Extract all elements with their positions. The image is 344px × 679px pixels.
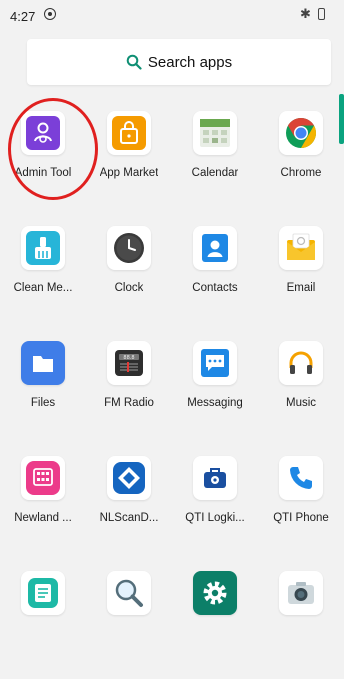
svg-text:88.8: 88.8 xyxy=(123,355,134,361)
app-notes[interactable] xyxy=(0,564,86,679)
app-settings[interactable] xyxy=(172,564,258,679)
camera-icon xyxy=(279,571,323,615)
app-label: App Market xyxy=(99,167,159,179)
phone-icon xyxy=(279,456,323,500)
app-clock[interactable]: Clock xyxy=(86,219,172,334)
app-fm-radio[interactable]: 88.8 FM Radio xyxy=(86,334,172,449)
app-files[interactable]: Files xyxy=(0,334,86,449)
app-music[interactable]: Music xyxy=(258,334,344,449)
search-icon xyxy=(126,54,142,70)
app-messaging[interactable]: Messaging xyxy=(172,334,258,449)
app-label: Admin Tool xyxy=(14,167,72,179)
app-market-icon xyxy=(107,111,151,155)
app-app-market[interactable]: App Market xyxy=(86,104,172,219)
status-bar: 4:27 ✱ xyxy=(0,0,344,36)
app-camera[interactable] xyxy=(258,564,344,679)
contacts-icon xyxy=(193,226,237,270)
status-time: 4:27 xyxy=(10,9,36,24)
bluetooth-icon: ✱ xyxy=(300,6,311,21)
keypad-icon xyxy=(21,456,65,500)
app-email[interactable]: Email xyxy=(258,219,344,334)
search-apps-label: Search apps xyxy=(147,53,233,71)
admin-tool-icon xyxy=(21,111,65,155)
app-label: NLScanD... xyxy=(99,512,159,524)
toolbox-icon xyxy=(193,456,237,500)
headphones-icon xyxy=(279,341,323,385)
scan-icon xyxy=(107,456,151,500)
app-label: Clean Me... xyxy=(13,282,73,294)
do-not-disturb-icon xyxy=(44,8,56,20)
calendar-icon xyxy=(193,111,237,155)
app-label: QTI Logki... xyxy=(185,512,245,524)
app-calendar[interactable]: Calendar xyxy=(172,104,258,219)
app-clean-me[interactable]: Clean Me... xyxy=(0,219,86,334)
message-icon xyxy=(193,341,237,385)
app-label: Newland ... xyxy=(14,512,72,524)
app-admin-tool[interactable]: Admin Tool xyxy=(0,104,86,219)
app-label: Contacts xyxy=(192,282,238,294)
app-label: QTI Phone xyxy=(273,512,329,524)
email-icon xyxy=(279,226,323,270)
clean-icon xyxy=(21,226,65,270)
app-label: Files xyxy=(30,397,56,409)
search-apps-bar[interactable]: Search apps xyxy=(27,39,331,85)
app-label: Music xyxy=(285,397,317,409)
app-label: Email xyxy=(286,282,316,294)
app-label: Messaging xyxy=(187,397,243,409)
app-nlscand[interactable]: NLScanD... xyxy=(86,449,172,564)
notes-icon xyxy=(21,571,65,615)
app-label: FM Radio xyxy=(104,397,154,409)
app-newland[interactable]: Newland ... xyxy=(0,449,86,564)
app-qti-phone[interactable]: QTI Phone xyxy=(258,449,344,564)
radio-icon: 88.8 xyxy=(107,341,151,385)
folder-icon xyxy=(21,341,65,385)
app-label: Clock xyxy=(114,282,144,294)
app-chrome[interactable]: Chrome xyxy=(258,104,344,219)
app-qti-logkit[interactable]: QTI Logki... xyxy=(172,449,258,564)
app-label: Calendar xyxy=(191,167,239,179)
app-grid: Admin Tool App Market Calendar Chrome Cl… xyxy=(0,104,344,679)
clock-icon xyxy=(107,226,151,270)
app-search[interactable] xyxy=(86,564,172,679)
app-contacts[interactable]: Contacts xyxy=(172,219,258,334)
magnifier-icon xyxy=(107,571,151,615)
battery-icon xyxy=(318,8,325,20)
settings-gear-icon xyxy=(193,571,237,615)
app-label: Chrome xyxy=(280,167,322,179)
chrome-icon xyxy=(279,111,323,155)
